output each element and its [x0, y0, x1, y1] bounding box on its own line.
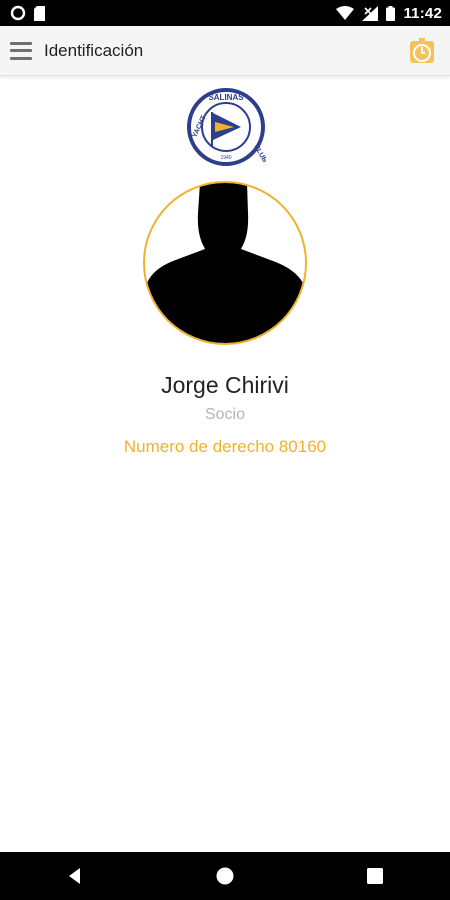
membership-number: Numero de derecho 80160	[123, 437, 327, 456]
recents-icon[interactable]	[355, 856, 395, 896]
profile-role: Socio	[204, 406, 246, 423]
svg-text:SALINAS: SALINAS	[208, 93, 244, 102]
back-icon[interactable]	[55, 856, 95, 896]
sim-card-icon	[34, 5, 45, 21]
battery-icon	[386, 5, 396, 21]
circle-icon	[10, 5, 26, 21]
profile-name: Jorge Chirivi	[161, 372, 289, 398]
home-icon[interactable]	[205, 856, 245, 896]
status-time: 11:42	[403, 4, 442, 22]
svg-text:1940: 1940	[220, 155, 231, 161]
user-silhouette-icon	[147, 183, 303, 343]
avatar	[143, 181, 307, 345]
signal-off-icon	[362, 5, 379, 21]
club-logo: SALINAS YACHT CLUB 1940	[187, 88, 266, 166]
status-bar: 11:42	[0, 0, 450, 26]
wifi-icon	[336, 6, 355, 20]
page-title: Identificación	[44, 40, 144, 60]
hamburger-menu-icon[interactable]	[10, 41, 32, 60]
app-bar: Identificación	[0, 26, 450, 76]
system-nav-bar	[0, 852, 450, 900]
timer-icon[interactable]	[408, 37, 436, 65]
